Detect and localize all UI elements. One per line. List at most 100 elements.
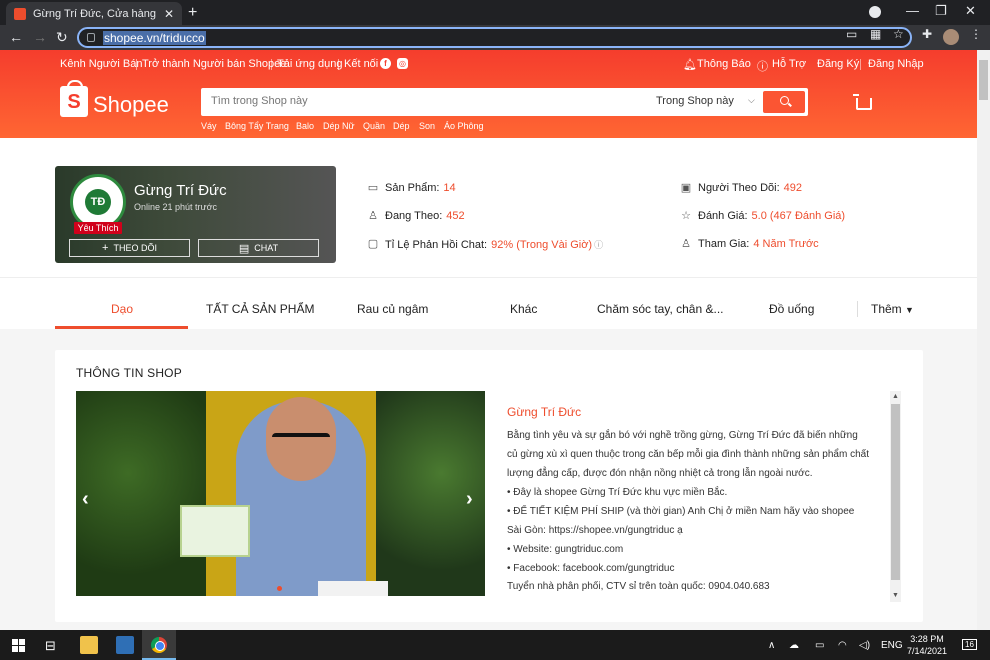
taskbar-clock[interactable]: 3:28 PM 7/14/2021 <box>904 633 950 657</box>
cart-icon[interactable] <box>853 94 872 110</box>
question-icon[interactable]: ⓘ <box>594 238 603 251</box>
connect-label: Kết nối <box>344 58 379 70</box>
shop-description-line: củ gừng xù xì quen thuộc trong căn bếp m… <box>507 449 869 460</box>
tab-more[interactable]: Thêm ▼ <box>871 302 914 316</box>
facebook-icon[interactable]: f <box>380 58 391 69</box>
notifications-link[interactable]: Thông Báo <box>697 58 751 70</box>
favourite-shop-badge: Yêu Thích <box>74 222 122 234</box>
wifi-icon[interactable]: ◠ <box>838 640 847 651</box>
notification-count: 16 <box>965 640 974 649</box>
close-tab-icon[interactable]: ✕ <box>164 7 174 21</box>
notifications-icon[interactable]: 16 <box>962 639 977 650</box>
stat-products: ▭ Sản Phẩm: 14 <box>367 181 456 194</box>
task-view-icon[interactable]: ⊟ <box>45 638 56 654</box>
browser-tab-title: Gừng Trí Đức, Cửa hàng trực tuyến <box>33 7 158 20</box>
download-app-link[interactable]: Tải ứng dụng <box>277 58 342 70</box>
qr-code-icon[interactable]: ▦ <box>870 27 881 41</box>
tab-other[interactable]: Khác <box>510 302 537 316</box>
search-keyword[interactable]: Quần <box>363 121 385 131</box>
shopee-favicon-icon <box>14 7 26 20</box>
search-keyword[interactable]: Balo <box>296 121 314 131</box>
cast-icon[interactable]: ▭ <box>846 27 857 41</box>
stat-following: ♙ Đang Theo: 452 <box>368 209 465 222</box>
shop-online-status: Online 21 phút trước <box>134 202 217 212</box>
close-window-icon[interactable]: ✕ <box>965 3 976 19</box>
language-indicator[interactable]: ENG <box>881 640 903 651</box>
carousel-dot[interactable] <box>277 586 282 591</box>
stat-response-rate: ▢ Tỉ Lệ Phản Hồi Chat: 92% (Trong Vài Gi… <box>367 238 604 251</box>
back-icon[interactable]: ← <box>9 29 23 45</box>
file-explorer-icon[interactable] <box>80 636 98 654</box>
profile-avatar[interactable] <box>943 29 959 45</box>
follow-button[interactable]: + THEO DÕI <box>69 239 190 257</box>
shop-description-line: Sài Gòn: https://shopee.vn/gungtriduc ạ <box>507 525 683 536</box>
tray-overflow-icon[interactable]: ∧ <box>768 640 775 651</box>
url-text[interactable]: shopee.vn/triducco <box>103 30 206 45</box>
register-link[interactable]: Đăng Ký <box>817 58 859 70</box>
shop-name: Gừng Trí Đức <box>134 182 227 199</box>
follow-button-label: THEO DÕI <box>113 243 157 253</box>
page-scroll-thumb[interactable] <box>979 60 988 100</box>
extensions-icon[interactable]: ✚ <box>922 27 932 41</box>
search-keyword[interactable]: Áo Phông <box>444 121 484 131</box>
search-keyword[interactable]: Bông Tẩy Trang <box>225 121 289 131</box>
caret-down-icon: ▼ <box>905 305 914 315</box>
store-icon: ▭ <box>367 181 379 194</box>
chevron-down-icon[interactable]: ⌵ <box>748 95 755 106</box>
shop-banner-image <box>76 391 485 596</box>
shop-tabs-bar <box>0 278 977 329</box>
tab-hand-foot-care[interactable]: Chăm sóc tay, chân &... <box>597 302 724 316</box>
chat-button[interactable]: ▤ CHAT <box>198 239 319 257</box>
help-link[interactable]: Hỗ Trợ <box>772 58 806 70</box>
onedrive-icon[interactable]: ☁ <box>789 640 799 651</box>
search-keyword[interactable]: Dép Nữ <box>323 121 355 131</box>
carousel-prev-icon[interactable]: ‹ <box>82 488 89 511</box>
photos-app-icon[interactable] <box>116 636 134 654</box>
shop-description-line: Tuyển nhà phân phối, CTV sỉ trên toàn qu… <box>507 581 770 592</box>
scroll-up-icon[interactable]: ▲ <box>892 393 899 400</box>
instagram-icon[interactable]: ◎ <box>397 58 408 69</box>
tab-all-products[interactable]: TẤT CẢ SẢN PHẨM <box>206 302 314 316</box>
chrome-menu-icon[interactable]: ⋮ <box>970 27 982 41</box>
shop-description-title: Gừng Trí Đức <box>507 405 582 419</box>
volume-icon[interactable]: ◁) <box>859 640 870 651</box>
browser-tab[interactable]: Gừng Trí Đức, Cửa hàng trực tuyến ✕ <box>6 2 182 25</box>
reload-icon[interactable]: ↻ <box>56 29 68 46</box>
chat-button-label: CHAT <box>254 243 279 253</box>
bookmark-star-icon[interactable]: ☆ <box>893 27 904 41</box>
tab-divider <box>857 301 858 317</box>
shopee-logo-icon[interactable]: S <box>60 80 88 117</box>
seller-centre-link[interactable]: Kênh Người Bán <box>60 58 142 70</box>
forward-icon[interactable]: → <box>33 29 47 45</box>
carousel-next-icon[interactable]: › <box>466 488 473 511</box>
shop-logo-initials: TĐ <box>85 189 111 215</box>
tab-browse[interactable]: Dạo <box>111 302 133 316</box>
battery-icon[interactable]: ▭ <box>815 640 824 651</box>
tab-pickled-vegetables[interactable]: Rau củ ngâm <box>357 302 428 316</box>
user-icon: ♙ <box>368 209 378 222</box>
shopee-logo-text[interactable]: Shopee <box>93 92 169 118</box>
clock-date: 7/14/2021 <box>906 646 948 656</box>
tab-drinks[interactable]: Đồ uống <box>769 302 814 316</box>
search-scope-dropdown[interactable]: Trong Shop này <box>656 95 734 107</box>
url-omnibox[interactable]: shopee.vn/triducco <box>77 27 912 48</box>
tab-search-icon[interactable] <box>869 6 881 18</box>
clock-time: 3:28 PM <box>910 634 944 644</box>
search-input[interactable] <box>211 95 631 107</box>
become-seller-link[interactable]: Trở thành Người bán Shopee <box>142 58 286 70</box>
page-scrollbar[interactable] <box>977 50 990 630</box>
login-link[interactable]: Đăng Nhập <box>868 58 924 70</box>
new-tab-icon[interactable]: + <box>188 4 197 22</box>
star-icon: ☆ <box>681 209 691 222</box>
search-keyword[interactable]: Son <box>419 121 435 131</box>
browser-tab-strip: Gừng Trí Đức, Cửa hàng trực tuyến ✕ + — … <box>0 0 990 25</box>
search-icon <box>780 96 789 105</box>
minimize-icon[interactable]: — <box>906 3 919 18</box>
search-button[interactable] <box>763 91 805 113</box>
windows-start-icon[interactable] <box>12 639 25 652</box>
maximize-icon[interactable]: ❐ <box>935 3 947 19</box>
search-keyword[interactable]: Dép <box>393 121 410 131</box>
description-scroll-thumb[interactable] <box>891 404 900 580</box>
scroll-down-icon[interactable]: ▼ <box>892 592 899 599</box>
search-keyword[interactable]: Váy <box>201 121 217 131</box>
